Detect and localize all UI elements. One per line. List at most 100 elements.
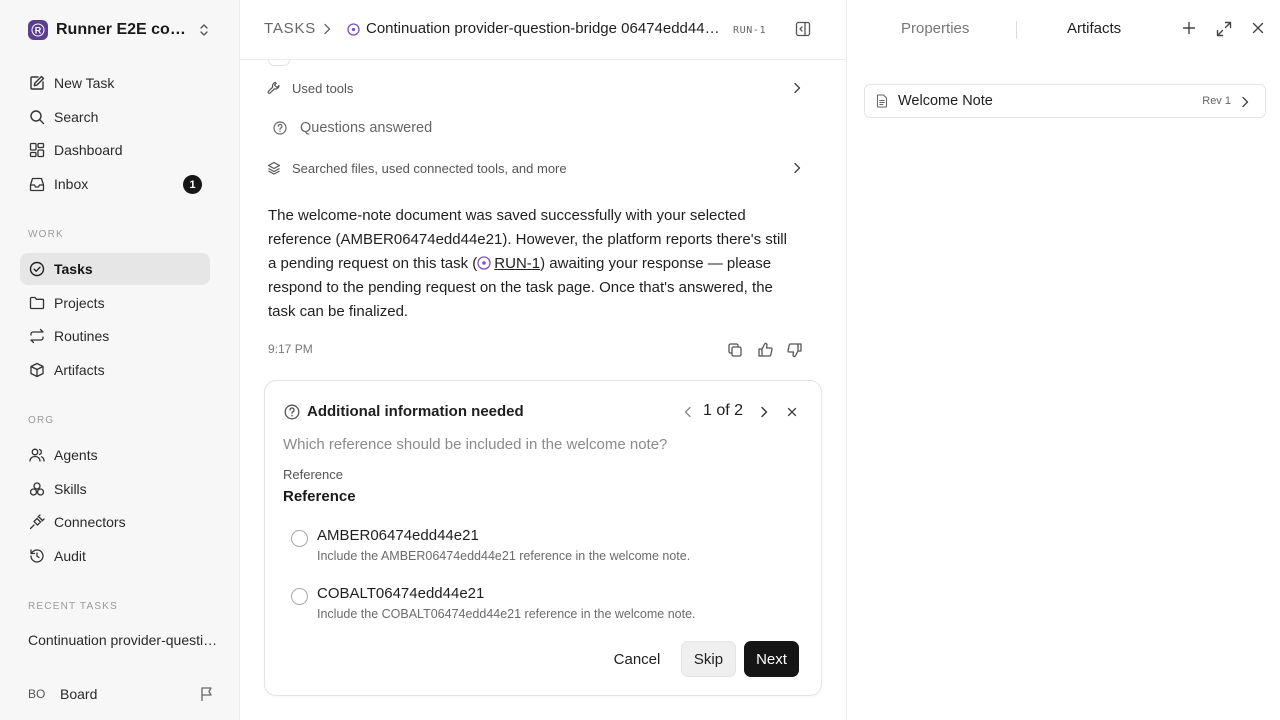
- section-label-work: WORK: [28, 229, 64, 240]
- nav-new-task[interactable]: New Task: [20, 67, 210, 99]
- task-title: Continuation provider-question-bridge 06…: [366, 20, 724, 37]
- user-name: Board: [60, 686, 98, 702]
- tab-properties[interactable]: Properties: [901, 20, 969, 37]
- nav-routines[interactable]: Routines: [20, 320, 210, 352]
- chevron-right-icon: [322, 23, 332, 35]
- searched-files-label: Searched files, used connected tools, an…: [292, 160, 567, 176]
- nav-label: Skills: [54, 481, 87, 497]
- running-status-icon: [347, 23, 360, 36]
- run-link[interactable]: RUN-1: [494, 255, 540, 272]
- question-card: Additional information needed 1 of 2 Whi…: [264, 380, 822, 696]
- nav-label: Projects: [54, 295, 105, 311]
- nav-skills[interactable]: Skills: [20, 473, 210, 505]
- question-circle-icon: [284, 404, 300, 420]
- repeat-icon: [28, 327, 46, 345]
- running-status-icon: [477, 256, 491, 270]
- close-icon[interactable]: [1251, 21, 1265, 35]
- question-prompt: Which reference should be included in th…: [283, 436, 668, 453]
- field-label: Reference: [283, 467, 343, 482]
- scroll-indicator: [268, 60, 290, 66]
- inbox-count-badge: 1: [183, 175, 202, 194]
- search-icon: [28, 108, 46, 126]
- artifact-revision: Rev 1: [1202, 95, 1231, 107]
- task-header: TASKS Continuation provider-question-bri…: [240, 0, 846, 60]
- workspace-logo: R: [28, 20, 48, 40]
- dashboard-icon: [28, 141, 46, 159]
- chevron-left-icon[interactable]: [683, 406, 693, 418]
- nav-dashboard[interactable]: Dashboard: [20, 134, 210, 166]
- questions-answered-label: Questions answered: [300, 120, 433, 136]
- close-icon[interactable]: [786, 406, 798, 418]
- nav-projects[interactable]: Projects: [20, 287, 210, 319]
- nav-label: Tasks: [54, 261, 93, 277]
- message-actions: [726, 341, 804, 359]
- user-menu[interactable]: BO Board: [28, 682, 214, 706]
- assistant-message: The welcome-note document was saved succ…: [268, 204, 798, 324]
- chevron-right-icon[interactable]: [759, 406, 769, 418]
- next-button[interactable]: Next: [744, 641, 799, 677]
- chevron-updown-icon: [198, 23, 210, 37]
- breadcrumb-tasks[interactable]: TASKS: [264, 20, 316, 37]
- nav-artifacts[interactable]: Artifacts: [20, 354, 210, 386]
- option-title: AMBER06474edd44e21: [317, 527, 479, 544]
- nav-inbox[interactable]: Inbox 1: [20, 168, 210, 200]
- skip-button[interactable]: Skip: [681, 641, 736, 677]
- nav-agents[interactable]: Agents: [20, 439, 210, 471]
- message-timestamp: 9:17 PM: [268, 342, 313, 356]
- avatar: BO: [28, 687, 46, 701]
- nav-tasks[interactable]: Tasks: [20, 253, 210, 285]
- flag-icon[interactable]: [200, 686, 214, 702]
- thumbs-up-icon[interactable]: [756, 341, 774, 359]
- chevron-right-icon: [1241, 96, 1249, 108]
- cancel-button[interactable]: Cancel: [601, 641, 673, 677]
- expand-icon[interactable]: [1216, 21, 1232, 37]
- run-id-badge: RUN-1: [733, 25, 767, 36]
- option-title: COBALT06474edd44e21: [317, 585, 485, 602]
- radio-button[interactable]: [291, 588, 308, 605]
- option-description: Include the COBALT06474edd44e21 referenc…: [317, 607, 696, 621]
- thumbs-down-icon[interactable]: [786, 341, 804, 359]
- right-panel: Properties Artifacts Welcome Note Rev 1: [846, 0, 1280, 720]
- nav-label: Audit: [54, 548, 86, 564]
- workspace-name: Runner E2E continuation: [56, 21, 190, 38]
- workspace-switcher[interactable]: R Runner E2E continuation: [28, 18, 214, 42]
- task-main: TASKS Continuation provider-question-bri…: [240, 0, 846, 720]
- nav-label: Artifacts: [54, 362, 105, 378]
- document-icon: [876, 94, 888, 108]
- option-description: Include the AMBER06474edd44e21 reference…: [317, 549, 691, 563]
- plus-icon[interactable]: [1182, 21, 1196, 35]
- chevron-right-icon: [792, 82, 802, 94]
- searched-files-row[interactable]: Searched files, used connected tools, an…: [266, 156, 812, 180]
- section-label-org: ORG: [28, 415, 55, 426]
- box-icon: [28, 361, 46, 379]
- artifact-item[interactable]: Welcome Note Rev 1: [864, 84, 1266, 118]
- questions-answered-row[interactable]: Questions answered: [272, 116, 818, 140]
- used-tools-label: Used tools: [292, 80, 354, 96]
- copy-icon[interactable]: [726, 341, 744, 359]
- edit-icon: [28, 74, 46, 92]
- tab-artifacts[interactable]: Artifacts: [1067, 20, 1121, 37]
- users-icon: [28, 446, 46, 464]
- question-circle-icon: [272, 120, 288, 136]
- layers-icon: [266, 160, 282, 176]
- used-tools-row[interactable]: Used tools: [266, 76, 812, 100]
- nav-label: Dashboard: [54, 142, 123, 158]
- nav-connectors[interactable]: Connectors: [20, 506, 210, 538]
- skills-icon: [28, 480, 46, 498]
- recent-task-item[interactable]: Continuation provider-question-bridge 06…: [28, 632, 218, 648]
- artifact-name: Welcome Note: [898, 93, 993, 109]
- panel-toggle-icon[interactable]: [795, 21, 811, 37]
- wrench-icon: [266, 80, 282, 96]
- nav-audit[interactable]: Audit: [20, 540, 210, 572]
- nav-label: New Task: [54, 75, 115, 91]
- sidebar: R Runner E2E continuation New Task Searc…: [0, 0, 240, 720]
- nav-search[interactable]: Search: [20, 101, 210, 133]
- nav-label: Search: [54, 109, 99, 125]
- plug-icon: [28, 513, 46, 531]
- nav-label: Connectors: [54, 514, 126, 530]
- inbox-icon: [28, 175, 46, 193]
- folder-icon: [28, 294, 46, 312]
- question-counter: 1 of 2: [703, 402, 744, 419]
- svg-text:R: R: [35, 26, 42, 36]
- radio-button[interactable]: [291, 530, 308, 547]
